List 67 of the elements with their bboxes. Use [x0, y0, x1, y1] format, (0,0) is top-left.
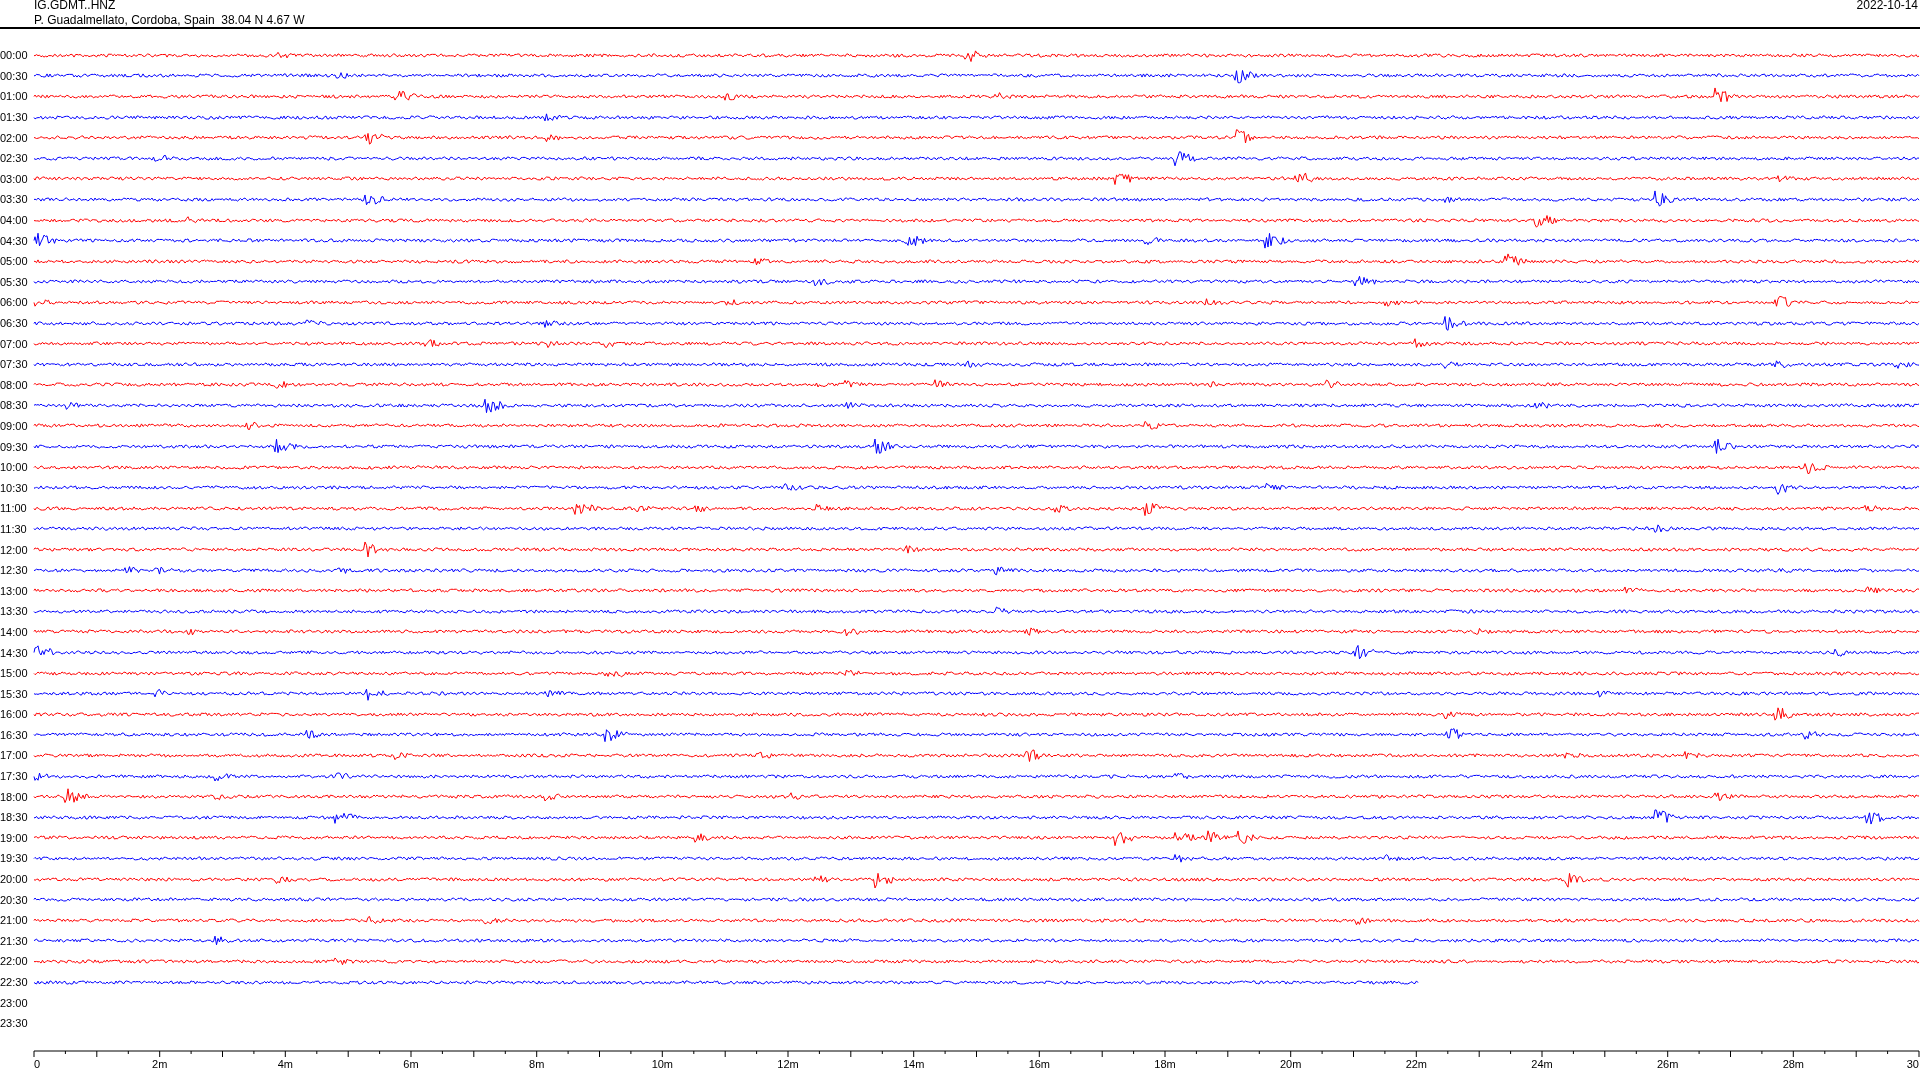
time-label: 13:00	[0, 584, 29, 597]
time-label: 09:00	[0, 420, 29, 432]
time-label: 03:00	[0, 172, 29, 185]
time-label: 17:00	[0, 749, 29, 762]
time-label: 10:00	[0, 461, 29, 474]
axis-label: 30	[1906, 1057, 1919, 1070]
time-label: 07:00	[0, 337, 29, 350]
time-label: 10:30	[0, 481, 29, 494]
time-label: 01:00	[0, 90, 29, 103]
time-label: 15:30	[0, 687, 29, 700]
time-label: 19:00	[0, 831, 29, 844]
axis-label: 28m	[1782, 1057, 1805, 1070]
time-label: 20:30	[0, 893, 29, 906]
time-label: 00:30	[0, 69, 29, 82]
axis-label: 4m	[277, 1057, 293, 1070]
axis-label: 20m	[1279, 1057, 1302, 1070]
time-label: 08:30	[0, 399, 29, 412]
axis-label: 24m	[1531, 1057, 1553, 1070]
time-label: 07:30	[0, 358, 29, 371]
time-label: 08:00	[0, 378, 29, 391]
time-label: 03:30	[0, 193, 29, 206]
time-label: 12:00	[0, 543, 29, 556]
time-label: 23:30	[0, 1017, 29, 1030]
time-label: 21:30	[0, 934, 29, 947]
time-label: 05:30	[0, 275, 29, 288]
time-label: 23:00	[0, 996, 29, 1009]
axis-label: 2m	[152, 1057, 168, 1070]
axis-label: 8m	[529, 1057, 545, 1070]
time-label: 06:00	[0, 296, 29, 309]
time-label: 22:00	[0, 955, 29, 968]
time-label: 16:00	[0, 708, 29, 721]
time-label: 15:00	[0, 667, 29, 680]
time-label: 16:30	[0, 728, 29, 741]
axis-label: 22m	[1405, 1057, 1428, 1070]
time-label: 20:00	[0, 873, 29, 886]
time-label: 17:30	[0, 770, 29, 783]
axis-label: 0	[34, 1057, 41, 1070]
axis-label: 10m	[651, 1057, 674, 1070]
time-label: 02:00	[0, 131, 29, 144]
time-label: 21:00	[0, 914, 29, 927]
axis-label: 12m	[777, 1057, 799, 1070]
time-label: 04:00	[0, 214, 29, 227]
time-label: 11:00	[0, 502, 28, 515]
time-label: 02:30	[0, 152, 29, 165]
time-label: 22:30	[0, 976, 29, 988]
time-label: 13:30	[0, 605, 29, 618]
time-label: 09:30	[0, 440, 29, 453]
time-label: 12:30	[0, 564, 29, 577]
time-label: 11:30	[0, 522, 28, 535]
time-label: 18:30	[0, 811, 29, 824]
axis-label: 14m	[902, 1057, 925, 1070]
axis-label: 6m	[403, 1057, 419, 1070]
time-label: 06:30	[0, 317, 29, 329]
axis-label: 18m	[1154, 1057, 1176, 1070]
time-label: 01:30	[0, 111, 29, 124]
plot-date: 2022-10-14	[1856, 0, 1918, 12]
axis-label: 16m	[1028, 1057, 1051, 1070]
time-label: 04:30	[0, 234, 29, 247]
time-label: 19:30	[0, 852, 29, 865]
station-location: P. Guadalmellato, Cordoba, Spain 38.04 N 4.67 W	[34, 13, 305, 27]
time-label: 18:00	[0, 790, 29, 803]
time-label: 00:00	[0, 49, 29, 62]
axis-label: 26m	[1656, 1057, 1679, 1070]
time-label: 05:00	[0, 255, 29, 268]
station-code: IG.GDMT..HNZ	[34, 0, 116, 12]
time-label: 14:00	[0, 625, 29, 638]
time-label: 14:30	[0, 646, 29, 659]
